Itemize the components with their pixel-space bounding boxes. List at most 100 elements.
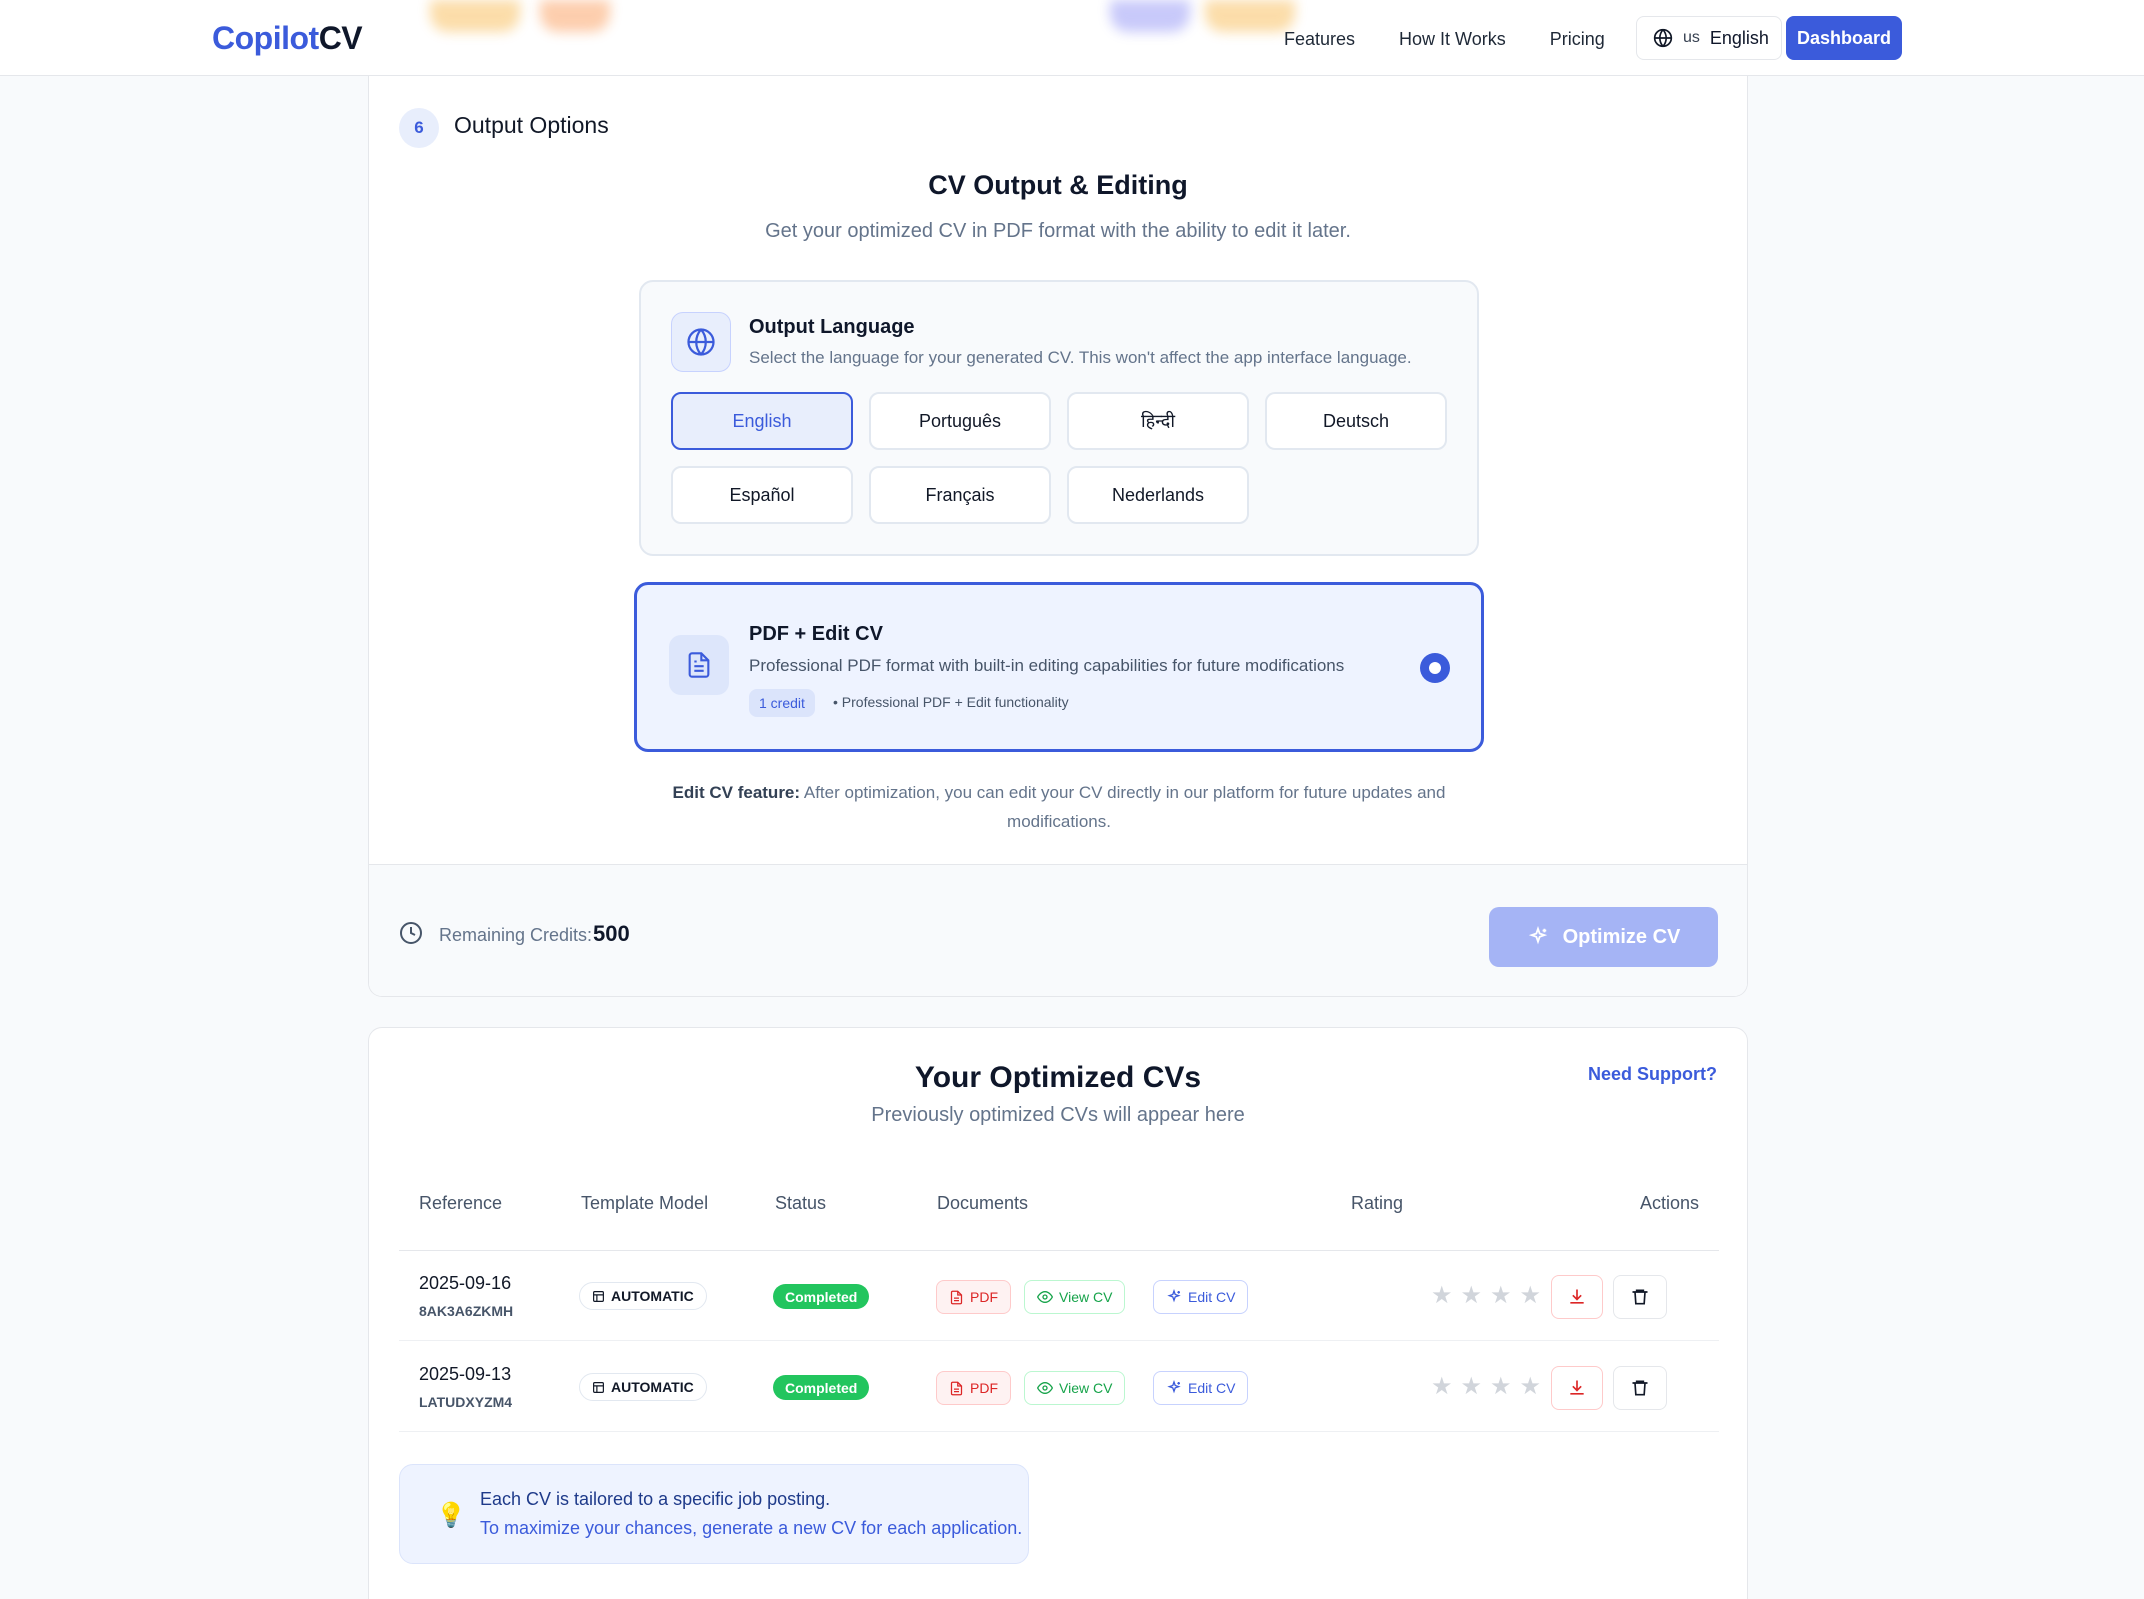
language-selector[interactable]: us English	[1636, 16, 1782, 60]
clock-icon	[400, 922, 422, 944]
row-reference-code: 8AK3A6ZKMH	[419, 1303, 514, 1319]
pdf-edit-option-card[interactable]: PDF + Edit CV Professional PDF format wi…	[634, 582, 1484, 752]
lightbulb-icon: 💡	[436, 1502, 466, 1529]
file-icon	[950, 1290, 963, 1304]
layout-icon	[593, 1381, 604, 1393]
output-language-panel: Output Language Select the language for …	[639, 280, 1479, 556]
template-label: AUTOMATIC	[611, 1379, 694, 1395]
download-icon	[1570, 1289, 1584, 1304]
view-cv-button[interactable]: View CV	[1024, 1280, 1126, 1314]
view-cv-label: View CV	[1059, 1380, 1113, 1396]
column-documents: Documents	[937, 1193, 1029, 1213]
edit-cv-button[interactable]: Edit CV	[1153, 1280, 1249, 1314]
language-option-german[interactable]: Deutsch	[1265, 392, 1447, 450]
table-row: 2025-09-16 8AK3A6ZKMH AUTOMATIC Complete…	[399, 1251, 1719, 1341]
pdf-label: PDF	[970, 1380, 998, 1396]
star-icon[interactable]: ★	[1431, 1281, 1453, 1311]
dashboard-button[interactable]: Dashboard	[1786, 16, 1902, 60]
pdf-label: PDF	[970, 1289, 998, 1305]
status-badge: Completed	[773, 1375, 870, 1400]
eye-icon	[1037, 1381, 1053, 1395]
star-icon[interactable]: ★	[1490, 1281, 1512, 1311]
language-option-english[interactable]: English	[671, 392, 853, 450]
row-date: 2025-09-16	[419, 1273, 512, 1293]
star-icon[interactable]: ★	[1520, 1281, 1542, 1311]
optimized-cvs-title: Your Optimized CVs	[914, 1061, 1202, 1094]
logo[interactable]: CopilotCV	[212, 20, 363, 57]
rating-stars: ★ ★ ★ ★ ★	[1431, 1281, 1571, 1311]
download-button[interactable]	[1551, 1366, 1603, 1410]
globe-icon	[671, 312, 731, 372]
decorative-blob	[1110, 0, 1190, 32]
nav-pricing[interactable]: Pricing	[1528, 29, 1627, 50]
tip-box: 💡 Each CV is tailored to a specific job …	[399, 1464, 1029, 1564]
eye-icon	[1037, 1290, 1053, 1304]
language-option-french[interactable]: Français	[869, 466, 1051, 524]
main-nav: Features How It Works Pricing	[1262, 18, 1627, 60]
column-status: Status	[775, 1193, 827, 1213]
sparkles-icon	[1528, 926, 1547, 945]
pdf-option-title: PDF + Edit CV	[749, 623, 883, 645]
language-country-code: us	[1683, 29, 1700, 46]
column-reference: Reference	[419, 1193, 503, 1213]
optimize-cv-button[interactable]: Optimize CV	[1489, 907, 1718, 967]
optimized-cvs-subtitle: Previously optimized CVs will appear her…	[871, 1104, 1245, 1126]
delete-button[interactable]	[1613, 1275, 1667, 1319]
star-icon[interactable]: ★	[1461, 1372, 1483, 1402]
layout-icon	[593, 1290, 604, 1302]
remaining-credits-value: 500	[593, 921, 630, 946]
star-icon[interactable]: ★	[1431, 1372, 1453, 1402]
edit-cv-button[interactable]: Edit CV	[1153, 1371, 1249, 1405]
decorative-blob	[430, 0, 520, 32]
view-cv-button[interactable]: View CV	[1024, 1371, 1126, 1405]
remaining-credits-label: Remaining Credits:	[439, 925, 593, 945]
globe-icon	[1653, 28, 1673, 48]
section-title: CV Output & Editing	[928, 170, 1188, 200]
trash-icon	[1632, 1380, 1648, 1396]
table-row: 2025-09-13 LATUDXYZM4 AUTOMATIC Complete…	[399, 1342, 1719, 1432]
language-option-spanish[interactable]: Español	[671, 466, 853, 524]
delete-button[interactable]	[1613, 1366, 1667, 1410]
row-date: 2025-09-13	[419, 1364, 512, 1384]
column-actions: Actions	[1639, 1193, 1699, 1213]
rating-stars: ★ ★ ★ ★ ★	[1431, 1372, 1571, 1402]
template-badge: AUTOMATIC	[579, 1373, 707, 1401]
edit-note-label: Edit CV feature:	[672, 783, 801, 802]
file-icon	[950, 1381, 963, 1395]
column-template-model: Template Model	[581, 1193, 709, 1213]
view-cv-label: View CV	[1059, 1289, 1113, 1305]
language-option-portuguese[interactable]: Português	[869, 392, 1051, 450]
star-icon[interactable]: ★	[1520, 1372, 1542, 1402]
nav-how-it-works[interactable]: How It Works	[1377, 29, 1528, 50]
row-reference-code: LATUDXYZM4	[419, 1394, 513, 1410]
sparkles-icon	[1167, 1289, 1181, 1303]
template-badge: AUTOMATIC	[579, 1282, 707, 1310]
language-options: English Português हिन्दी Deutsch Español…	[671, 392, 1449, 524]
document-icon	[669, 635, 729, 695]
pdf-option-extra: • Professional PDF + Edit functionality	[833, 694, 1069, 710]
status-badge: Completed	[773, 1284, 870, 1309]
optimize-cv-label: Optimize CV	[1562, 925, 1681, 948]
tip-line-1: Each CV is tailored to a specific job po…	[480, 1489, 831, 1509]
table-header: Reference Template Model Status Document…	[399, 1193, 1719, 1251]
credit-cost-badge: 1 credit	[749, 689, 815, 717]
column-rating: Rating	[1351, 1193, 1404, 1213]
output-options-card: 6 Output Options CV Output & Editing Get…	[368, 60, 1748, 997]
language-option-hindi[interactable]: हिन्दी	[1067, 392, 1249, 450]
edit-cv-note: Edit CV feature: After optimization, you…	[639, 778, 1479, 836]
pdf-button[interactable]: PDF	[936, 1280, 1011, 1314]
star-icon[interactable]: ★	[1490, 1372, 1512, 1402]
language-option-dutch[interactable]: Nederlands	[1067, 466, 1249, 524]
tip-line-2: To maximize your chances, generate a new…	[480, 1518, 1023, 1538]
need-support-link[interactable]: Need Support?	[1588, 1064, 1717, 1085]
edit-cv-label: Edit CV	[1188, 1289, 1236, 1305]
language-label: English	[1709, 27, 1769, 48]
star-icon[interactable]: ★	[1461, 1281, 1483, 1311]
pdf-option-radio[interactable]	[1420, 653, 1450, 683]
step-title: Output Options	[454, 112, 609, 138]
pdf-button[interactable]: PDF	[936, 1371, 1011, 1405]
download-button[interactable]	[1551, 1275, 1603, 1319]
nav-features[interactable]: Features	[1262, 29, 1377, 50]
logo-text-primary: Copilot	[212, 20, 319, 56]
credits-footer: Remaining Credits: 500 Optimize CV	[369, 864, 1747, 996]
